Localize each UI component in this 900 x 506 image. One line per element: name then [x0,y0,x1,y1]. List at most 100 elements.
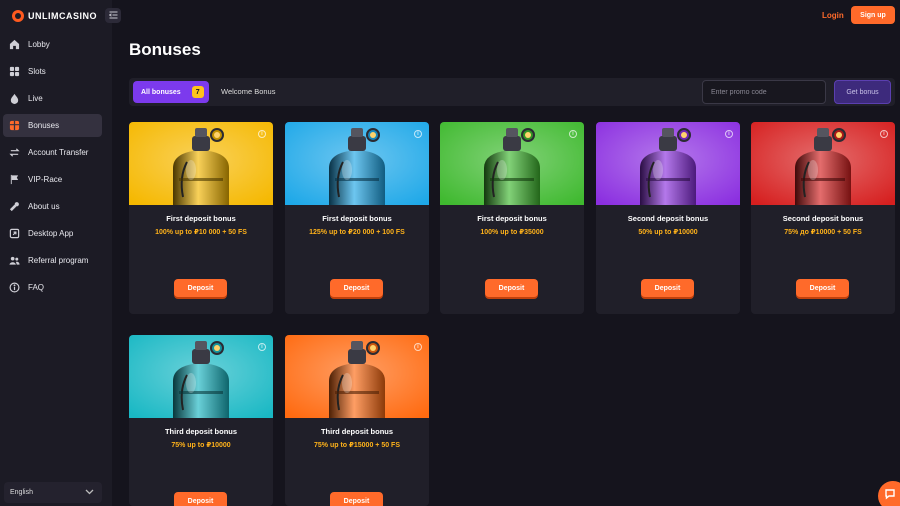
referral-icon [9,255,20,266]
tank-illustration [285,335,429,418]
sidebar-item-about-us[interactable]: About us [3,195,102,218]
tank-illustration [440,122,584,205]
sidebar-item-label: About us [28,202,60,211]
count-badge: 7 [191,86,204,98]
deposit-button[interactable]: Deposit [796,279,849,297]
support-chat-button[interactable] [878,481,900,506]
live-icon [9,93,20,104]
tank-illustration [751,122,895,205]
info-icon[interactable]: i [880,130,888,138]
info-icon [9,282,20,293]
page-title: Bonuses [129,40,201,59]
info-icon[interactable]: i [414,130,422,138]
bonus-card-image [751,122,895,205]
info-icon[interactable]: i [569,130,577,138]
deposit-button[interactable]: Deposit [485,279,538,297]
login-link[interactable]: Login [822,11,844,20]
home-icon [9,39,20,50]
bonus-card-title: First deposit bonus [477,214,547,223]
bonus-card-title: First deposit bonus [166,214,236,223]
sidebar-item-slots[interactable]: Slots [3,60,102,83]
sidebar-item-bonuses[interactable]: Bonuses [3,114,102,137]
bonus-card-title: First deposit bonus [322,214,392,223]
bonus-card-offer: 75% up to ₽15000 + 50 FS [314,442,400,449]
sidebar: unlimcasino Lobby Slots Live Bonuses Acc… [0,0,112,506]
bonus-card-image [596,122,740,205]
promo-code-input[interactable] [702,80,826,104]
tank-illustration [129,335,273,418]
sidebar-item-label: Referral program [28,256,89,265]
bonus-card-title: Third deposit bonus [164,427,238,436]
bonus-card-image [285,122,429,205]
info-icon[interactable]: i [258,343,266,351]
sidebar-item-label: Bonuses [28,121,60,130]
logo[interactable]: unlimcasino [12,9,97,23]
bonus-card-offer: 75% до ₽10000 + 50 FS [784,229,862,236]
tank-illustration [285,122,429,205]
bonus-card-title: Third deposit bonus [320,427,394,436]
sidebar-item-label: Lobby [28,40,50,49]
bonus-card: i Second deposit bonus 50% up to ₽10000 … [596,122,740,314]
sidebar-item-label: Live [28,94,43,103]
deposit-button[interactable]: Deposit [641,279,694,297]
bonus-card-image [440,122,584,205]
deposit-button[interactable]: Deposit [330,279,383,297]
collapse-icon [108,11,118,21]
info-icon[interactable]: i [725,130,733,138]
tank-illustration [129,122,273,205]
deposit-button[interactable]: Deposit [174,492,227,506]
bonus-card-title: Second deposit bonus [627,214,709,223]
sidebar-item-label: Slots [28,67,46,76]
bonus-card: i Third deposit bonus 75% up to ₽15000 +… [285,335,429,506]
deposit-button[interactable]: Deposit [174,279,227,297]
logo-text: unlimcasino [28,11,97,21]
tab-label: All bonuses [141,88,181,96]
tab-welcome-bonus[interactable]: Welcome Bonus [221,87,275,96]
race-icon [9,174,20,185]
bonus-card-offer: 100% up to ₽10 000 + 50 FS [155,229,247,236]
chat-icon [885,487,896,505]
bonus-card-offer: 100% up to ₽35000 [480,229,544,236]
gift-icon [9,120,20,131]
bonus-card: i First deposit bonus 100% up to ₽35000 … [440,122,584,314]
sidebar-item-label: FAQ [28,283,45,292]
desktop-icon [9,228,20,239]
bonus-card-image [285,335,429,418]
bonus-card-offer: 125% up to ₽20 000 + 100 FS [309,229,405,236]
bonus-card-offer: 75% up to ₽10000 [171,442,231,449]
filter-bar: All bonuses 7 Welcome Bonus Get bonus [129,78,895,106]
get-bonus-button[interactable]: Get bonus [834,80,891,104]
slots-icon [9,66,20,77]
tank-illustration [596,122,740,205]
sidebar-item-live[interactable]: Live [3,87,102,110]
bonus-card: i Second deposit bonus 75% до ₽10000 + 5… [751,122,895,314]
deposit-button[interactable]: Deposit [330,492,383,506]
sidebar-item-vip-race[interactable]: VIP-Race [3,168,102,191]
bonus-card: i First deposit bonus 125% up to ₽20 000… [285,122,429,314]
chevron-down-icon [85,489,94,497]
sidebar-item-referral-program[interactable]: Referral program [3,249,102,272]
collapse-sidebar-button[interactable] [105,8,121,23]
language-select[interactable]: English [4,482,102,503]
bonus-card-image [129,122,273,205]
transfer-icon [9,147,20,158]
sidebar-item-label: Desktop App [28,229,74,238]
bonus-card-title: Second deposit bonus [782,214,864,223]
sidebar-item-account-transfer[interactable]: Account Transfer [3,141,102,164]
signup-button[interactable]: Sign up [851,6,895,24]
info-icon[interactable]: i [414,343,422,351]
about-icon [9,201,20,212]
bonus-card: i First deposit bonus 100% up to ₽10 000… [129,122,273,314]
sidebar-item-label: Account Transfer [28,148,89,157]
language-label: English [10,489,33,496]
bonus-card-image [129,335,273,418]
sidebar-item-lobby[interactable]: Lobby [3,33,102,56]
sidebar-item-faq[interactable]: FAQ [3,276,102,299]
logo-icon [12,10,24,22]
tab-all-bonuses[interactable]: All bonuses 7 [133,81,209,103]
info-icon[interactable]: i [258,130,266,138]
sidebar-nav: Lobby Slots Live Bonuses Account Transfe… [3,33,102,303]
bonus-card: i Third deposit bonus 75% up to ₽10000 D… [129,335,273,506]
sidebar-item-label: VIP-Race [28,175,63,184]
sidebar-item-desktop-app[interactable]: Desktop App [3,222,102,245]
